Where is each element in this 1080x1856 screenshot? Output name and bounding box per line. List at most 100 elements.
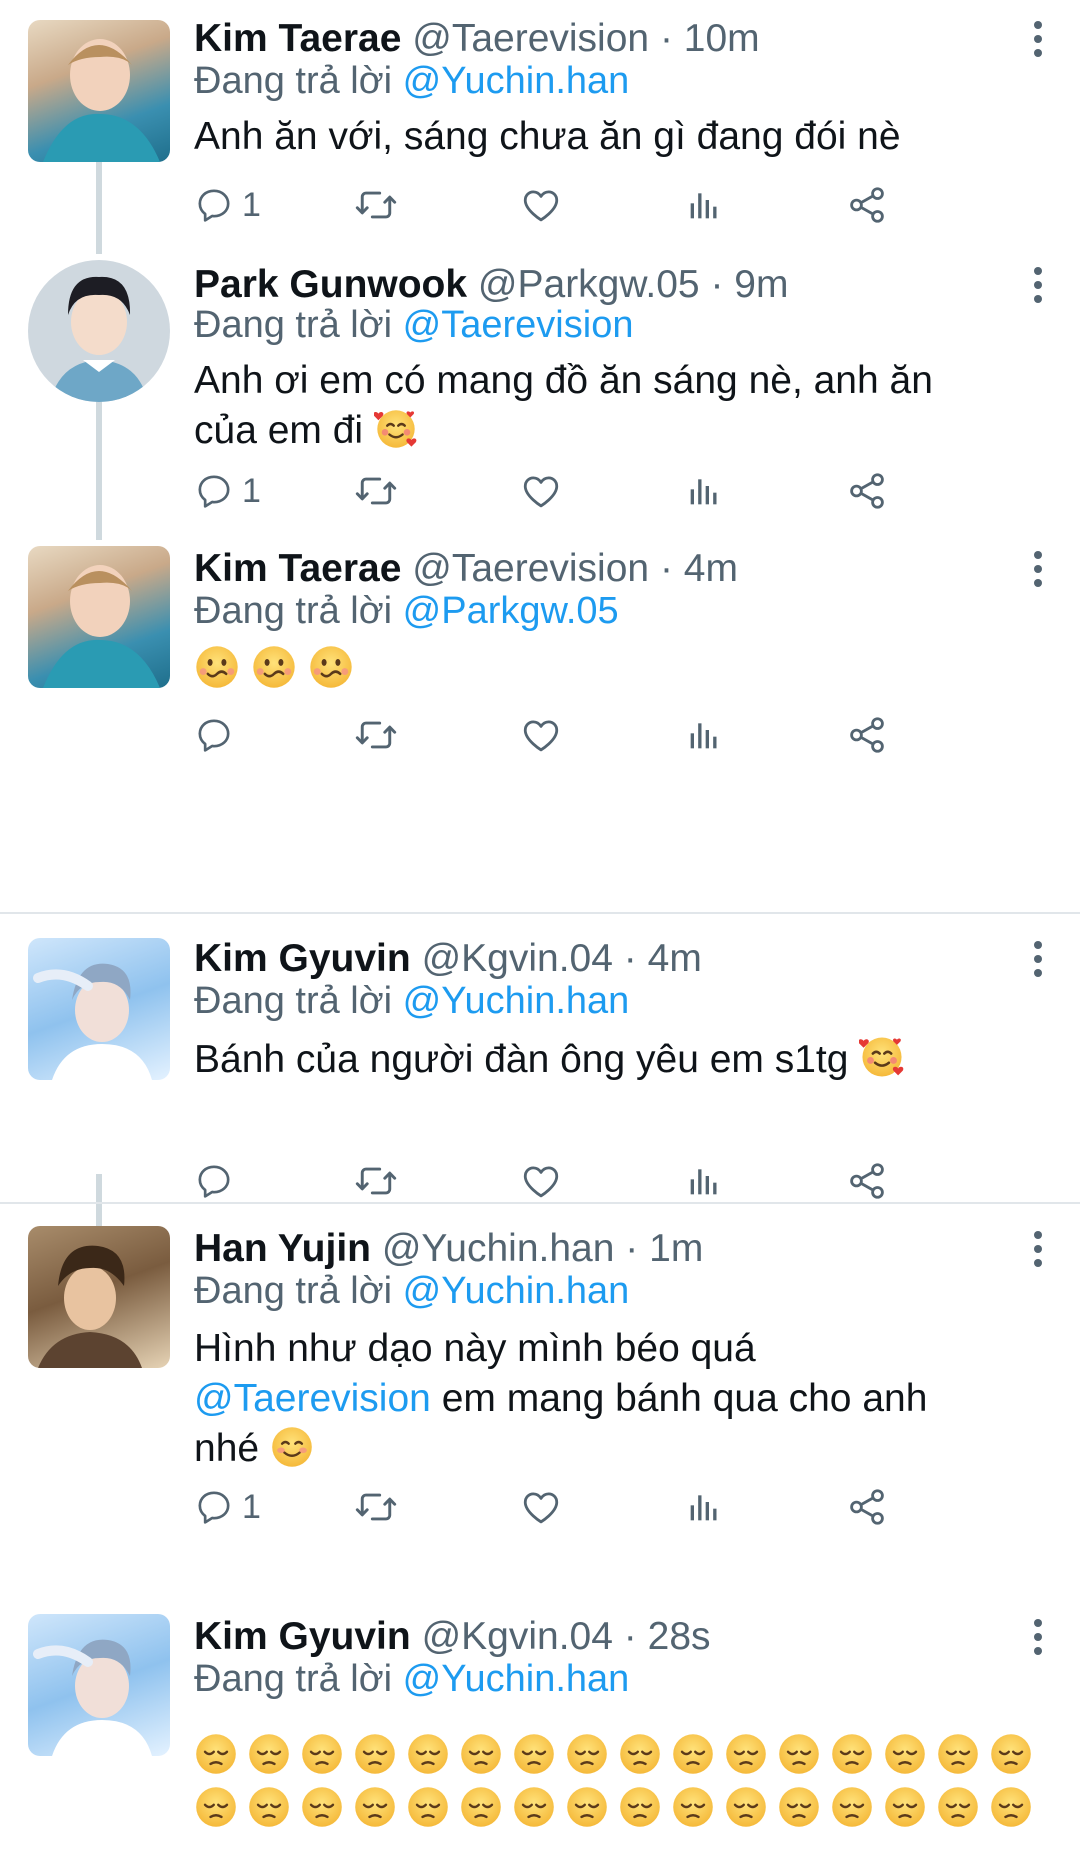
reply-icon	[194, 715, 234, 755]
retweet-icon	[354, 1159, 398, 1203]
like-button[interactable]	[520, 180, 562, 230]
disappointed-face-emoji	[353, 1732, 397, 1776]
author-name[interactable]: Kim Taerae	[194, 547, 401, 590]
smiling-face-with-hearts-emoji	[859, 1034, 905, 1080]
retweet-button[interactable]	[354, 466, 398, 516]
author-name[interactable]: Han Yujin	[194, 1227, 371, 1270]
more-icon[interactable]	[1026, 262, 1050, 308]
timestamp[interactable]: 4m	[648, 937, 702, 980]
share-button[interactable]	[846, 1156, 888, 1206]
share-button[interactable]	[846, 466, 888, 516]
avatar[interactable]	[28, 1614, 170, 1756]
divider	[0, 1202, 1080, 1204]
tweet-text: của em đi	[194, 409, 364, 452]
separator-dot: ·	[623, 1615, 637, 1658]
tweet-text	[194, 644, 1054, 695]
author-handle[interactable]: @Kgvin.04	[422, 937, 613, 980]
disappointed-face-emoji	[830, 1732, 874, 1776]
disappointed-face-emoji	[989, 1732, 1033, 1776]
tweet-text-line: Anh ơi em có mang đồ ăn sáng nè, anh ăn	[194, 359, 933, 402]
separator-dot: ·	[623, 937, 637, 980]
replying-to-label: Đang trả lời	[194, 1658, 393, 1700]
avatar[interactable]	[28, 20, 170, 162]
views-button[interactable]	[684, 710, 724, 760]
author-handle[interactable]: @Parkgw.05	[478, 263, 700, 306]
disappointed-face-emoji	[618, 1785, 662, 1829]
author-handle[interactable]: @Taerevision	[412, 547, 649, 590]
author-name[interactable]: Kim Taerae	[194, 17, 401, 60]
timestamp[interactable]: 10m	[684, 17, 760, 60]
reply-count: 1	[242, 185, 261, 224]
more-icon[interactable]	[1026, 1226, 1050, 1272]
reply-feed: Kim Taerae @Taerevision · 10m Đang trả l…	[0, 0, 1080, 1856]
reply-button[interactable]: 1	[194, 466, 261, 516]
reply-count: 1	[242, 1487, 261, 1526]
replying-to-handle[interactable]: @Yuchin.han	[403, 1270, 630, 1312]
replying-to-handle[interactable]: @Taerevision	[403, 304, 634, 346]
reply-icon	[194, 1487, 234, 1527]
tweet-text-line: của em đi	[194, 406, 1054, 456]
more-icon[interactable]	[1026, 16, 1050, 62]
timestamp[interactable]: 9m	[734, 263, 788, 306]
like-button[interactable]	[520, 1156, 562, 1206]
views-button[interactable]	[684, 466, 724, 516]
more-icon[interactable]	[1026, 936, 1050, 982]
disappointed-face-emoji	[406, 1785, 450, 1829]
tweet-text-line: Hình như dạo này mình béo quá	[194, 1327, 756, 1370]
more-icon[interactable]	[1026, 546, 1050, 592]
share-icon	[846, 470, 888, 512]
more-icon[interactable]	[1026, 1614, 1050, 1660]
action-bar: 1	[194, 466, 1024, 516]
reply-button[interactable]: 1	[194, 180, 261, 230]
like-button[interactable]	[520, 1482, 562, 1532]
woozy-face-emoji	[194, 644, 240, 690]
reply-button[interactable]: 1	[194, 1482, 261, 1532]
author-handle[interactable]: @Kgvin.04	[422, 1615, 613, 1658]
avatar[interactable]	[28, 1226, 170, 1368]
timestamp[interactable]: 4m	[684, 547, 738, 590]
views-button[interactable]	[684, 1156, 724, 1206]
replying-to-handle[interactable]: @Yuchin.han	[403, 60, 630, 102]
reply-icon	[194, 471, 234, 511]
share-button[interactable]	[846, 710, 888, 760]
timestamp[interactable]: 1m	[649, 1227, 703, 1270]
share-icon	[846, 714, 888, 756]
author-handle[interactable]: @Yuchin.han	[382, 1227, 615, 1270]
avatar[interactable]	[28, 546, 170, 688]
author-handle[interactable]: @Taerevision	[412, 17, 649, 60]
disappointed-face-emoji	[565, 1785, 609, 1829]
retweet-button[interactable]	[354, 710, 398, 760]
retweet-button[interactable]	[354, 1156, 398, 1206]
replying-to-handle[interactable]: @Parkgw.05	[403, 590, 619, 632]
share-icon	[846, 1486, 888, 1528]
views-button[interactable]	[684, 180, 724, 230]
replying-to-handle[interactable]: @Yuchin.han	[403, 1658, 630, 1700]
reply-button[interactable]	[194, 710, 242, 760]
author-name[interactable]: Park Gunwook	[194, 263, 467, 306]
like-button[interactable]	[520, 710, 562, 760]
avatar[interactable]	[28, 938, 170, 1080]
author-name[interactable]: Kim Gyuvin	[194, 937, 411, 980]
retweet-button[interactable]	[354, 180, 398, 230]
timestamp[interactable]: 28s	[648, 1615, 711, 1658]
views-icon	[684, 1161, 724, 1201]
mention-link[interactable]: @Taerevision	[194, 1377, 431, 1420]
like-icon	[520, 1486, 562, 1528]
disappointed-face-emoji	[406, 1732, 450, 1776]
like-button[interactable]	[520, 466, 562, 516]
disappointed-face-emoji	[936, 1785, 980, 1829]
divider	[0, 912, 1080, 914]
author-name[interactable]: Kim Gyuvin	[194, 1615, 411, 1658]
share-button[interactable]	[846, 1482, 888, 1532]
views-button[interactable]	[684, 1482, 724, 1532]
action-bar	[194, 710, 1024, 760]
tweet-text: Bánh của người đàn ông yêu em s1tg	[194, 1038, 849, 1081]
avatar[interactable]	[28, 260, 170, 402]
disappointed-face-emoji	[247, 1732, 291, 1776]
disappointed-face-emoji	[671, 1785, 715, 1829]
replying-to-handle[interactable]: @Yuchin.han	[403, 980, 630, 1022]
retweet-button[interactable]	[354, 1482, 398, 1532]
reply-button[interactable]	[194, 1156, 242, 1206]
disappointed-face-emoji	[565, 1732, 609, 1776]
share-button[interactable]	[846, 180, 888, 230]
